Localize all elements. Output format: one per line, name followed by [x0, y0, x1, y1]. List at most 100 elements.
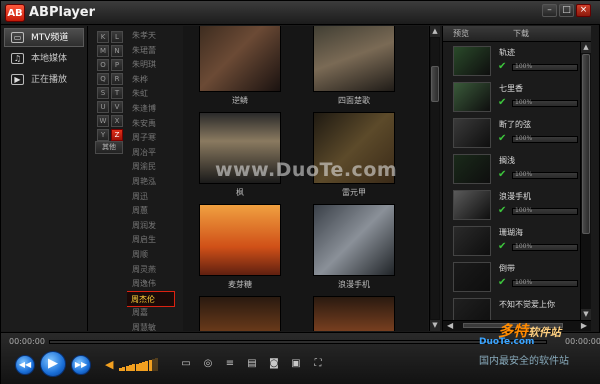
- singer-item[interactable]: 周子寒: [127, 130, 177, 146]
- singer-item[interactable]: 周润发: [127, 218, 177, 234]
- scroll-right-icon[interactable]: ▶: [581, 321, 587, 330]
- letter-button-t[interactable]: T: [111, 87, 123, 99]
- nav-item-now-playing[interactable]: ▶ 正在播放: [4, 70, 84, 89]
- singer-item[interactable]: 周杰伦: [127, 290, 175, 307]
- download-item[interactable]: 珊瑚海 ✔ 100%: [443, 224, 591, 260]
- playlist-icon[interactable]: ≡: [223, 357, 237, 371]
- video-title[interactable]: 四面楚歌: [313, 94, 395, 108]
- current-time: 00:00:00: [9, 337, 45, 346]
- nav-item-mtv[interactable]: ▭ MTV频道: [4, 28, 84, 47]
- scroll-thumb[interactable]: [431, 66, 439, 102]
- download-item[interactable]: 七里香 ✔ 100%: [443, 80, 591, 116]
- video-title[interactable]: 雷元甲: [313, 186, 395, 200]
- singer-item[interactable]: 周逸伟: [127, 276, 177, 292]
- singer-item[interactable]: 朱安禹: [127, 116, 177, 132]
- singer-item[interactable]: 周启生: [127, 232, 177, 248]
- singer-item[interactable]: 周冶平: [127, 145, 177, 161]
- download-percent: 100%: [515, 99, 533, 106]
- download-percent: 100%: [515, 207, 533, 214]
- singer-item[interactable]: 朱虹: [127, 86, 177, 102]
- singer-item[interactable]: 朱孝天: [127, 28, 177, 44]
- letter-button-v[interactable]: V: [111, 101, 123, 113]
- previous-button[interactable]: ◀◀: [15, 355, 35, 375]
- app-title: ABPlayer: [29, 5, 96, 20]
- video-thumbnail[interactable]: [199, 26, 281, 92]
- scroll-down-icon[interactable]: ▼: [430, 320, 440, 331]
- letter-button-o[interactable]: O: [97, 59, 109, 71]
- video-thumbnail[interactable]: [313, 204, 395, 276]
- other-letter-button[interactable]: 其他: [95, 141, 123, 154]
- singer-item[interactable]: 朱珺蕾: [127, 43, 177, 59]
- letter-button-m[interactable]: M: [97, 45, 109, 57]
- volume-icon[interactable]: ◀: [105, 359, 117, 371]
- download-title: 七里香: [499, 84, 523, 93]
- video-thumbnail[interactable]: [199, 204, 281, 276]
- video-thumbnail[interactable]: [313, 26, 395, 92]
- next-icon: ▶▶: [74, 360, 88, 369]
- letter-button-k[interactable]: K: [97, 31, 109, 43]
- singer-item[interactable]: 周渝民: [127, 159, 177, 175]
- subtitle-icon[interactable]: ▣: [289, 357, 303, 371]
- scroll-left-icon[interactable]: ◀: [447, 321, 453, 330]
- singer-item[interactable]: 朱逢博: [127, 101, 177, 117]
- close-button[interactable]: ×: [576, 4, 591, 17]
- letter-button-y[interactable]: Y: [97, 129, 109, 141]
- download-percent: 100%: [515, 279, 533, 286]
- singer-item[interactable]: 周嘉: [127, 305, 177, 321]
- download-list-scrollbar[interactable]: ▲ ▼: [580, 42, 591, 320]
- singer-item[interactable]: 周慧敏: [127, 320, 177, 331]
- video-title[interactable]: 浪漫手机: [313, 278, 395, 292]
- letter-button-p[interactable]: P: [111, 59, 123, 71]
- screenshot-icon[interactable]: ◙: [267, 357, 281, 371]
- scroll-thumb[interactable]: [582, 54, 590, 234]
- equalizer-icon[interactable]: ▤: [245, 357, 259, 371]
- seek-bar[interactable]: [49, 340, 547, 344]
- download-thumbnail: [453, 262, 491, 292]
- scroll-up-icon[interactable]: ▲: [581, 42, 591, 53]
- letter-button-z[interactable]: Z: [111, 129, 123, 141]
- singer-item[interactable]: 朱桦: [127, 72, 177, 88]
- volume-slider[interactable]: [119, 357, 159, 371]
- nav-item-local-media[interactable]: ♫ 本地媒体: [4, 49, 84, 68]
- nav-label: MTV频道: [31, 33, 69, 43]
- letter-button-s[interactable]: S: [97, 87, 109, 99]
- video-thumbnail[interactable]: [199, 296, 281, 331]
- check-icon: ✔: [498, 61, 507, 72]
- maximize-button[interactable]: □: [559, 4, 574, 17]
- disc-icon[interactable]: ◎: [201, 357, 215, 371]
- video-title[interactable]: 枫: [199, 186, 281, 200]
- fullscreen-icon[interactable]: ⛶: [311, 357, 325, 371]
- letter-button-n[interactable]: N: [111, 45, 123, 57]
- download-item[interactable]: 断了的弦 ✔ 100%: [443, 116, 591, 152]
- next-button[interactable]: ▶▶: [71, 355, 91, 375]
- play-button[interactable]: ▶: [40, 351, 66, 377]
- minimize-button[interactable]: –: [542, 4, 557, 17]
- download-title: 珊瑚海: [499, 228, 523, 237]
- singer-item[interactable]: 周顺: [127, 247, 177, 263]
- scroll-down-icon[interactable]: ▼: [581, 309, 591, 320]
- video-grid-scrollbar[interactable]: ▲ ▼: [429, 26, 440, 331]
- download-item[interactable]: 倒带 ✔ 100%: [443, 260, 591, 296]
- download-item[interactable]: 浪漫手机 ✔ 100%: [443, 188, 591, 224]
- letter-button-q[interactable]: Q: [97, 73, 109, 85]
- letter-button-u[interactable]: U: [97, 101, 109, 113]
- folder-icon[interactable]: ▭: [179, 357, 193, 371]
- singer-item[interactable]: 周迅: [127, 189, 177, 205]
- video-title[interactable]: 麦芽糖: [199, 278, 281, 292]
- singer-item[interactable]: 周灵燕: [127, 262, 177, 278]
- letter-button-x[interactable]: X: [111, 115, 123, 127]
- video-thumbnail[interactable]: [313, 296, 395, 331]
- letter-button-r[interactable]: R: [111, 73, 123, 85]
- title-bar: AB ABPlayer – □ ×: [1, 1, 600, 25]
- check-icon: ✔: [498, 133, 507, 144]
- letter-button-l[interactable]: L: [111, 31, 123, 43]
- download-item[interactable]: 搁浅 ✔ 100%: [443, 152, 591, 188]
- video-title[interactable]: 逆鳞: [199, 94, 281, 108]
- check-icon: ✔: [498, 205, 507, 216]
- singer-item[interactable]: 周艳泓: [127, 174, 177, 190]
- letter-button-w[interactable]: W: [97, 115, 109, 127]
- singer-item[interactable]: 朱明琪: [127, 57, 177, 73]
- singer-item[interactable]: 周蕙: [127, 203, 177, 219]
- download-item[interactable]: 轨迹 ✔ 100%: [443, 44, 591, 80]
- scroll-up-icon[interactable]: ▲: [430, 26, 440, 37]
